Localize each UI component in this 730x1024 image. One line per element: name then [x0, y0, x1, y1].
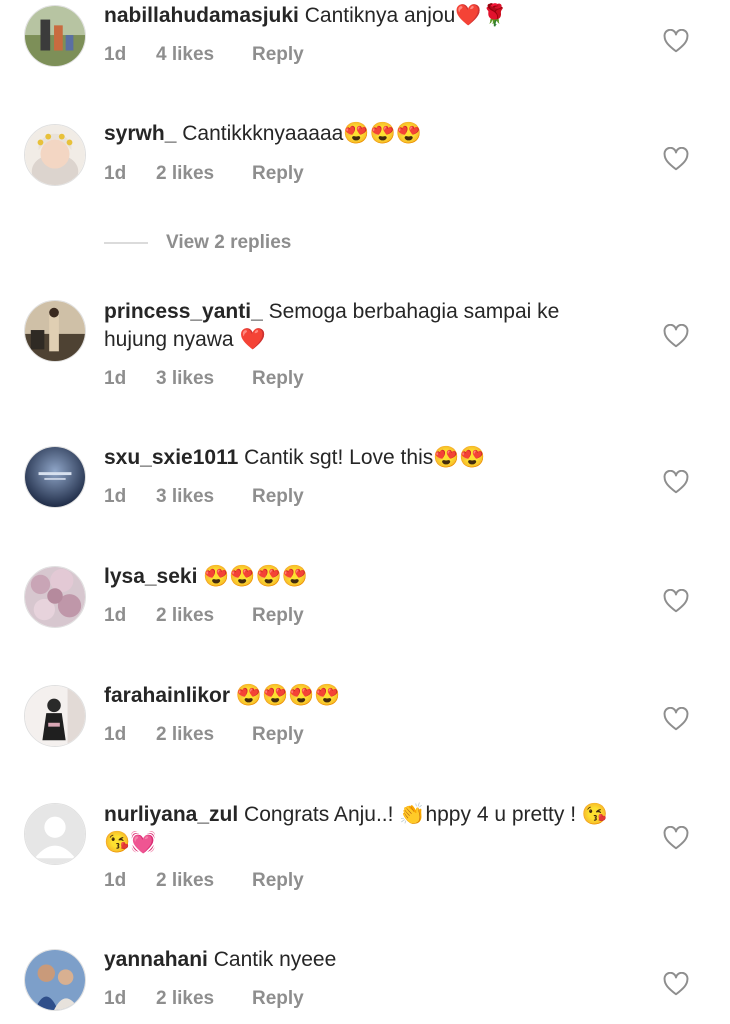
avatar[interactable] [24, 566, 86, 628]
avatar[interactable] [24, 803, 86, 865]
comment-emoji: 😍😍😍😍 [203, 565, 308, 588]
avatar[interactable] [24, 5, 86, 67]
comment-text: Congrats Anju..! 👏hppy 4 u pretty ! [244, 803, 582, 826]
likes-count[interactable]: 2 likes [156, 988, 252, 1010]
comment-time: 1d [104, 44, 127, 65]
avatar[interactable] [24, 685, 86, 747]
comment-time: 1d [104, 486, 127, 507]
heart-icon[interactable] [663, 147, 689, 171]
comment-username[interactable]: yannahani [104, 948, 208, 971]
reply-button[interactable]: Reply [252, 605, 304, 627]
heart-icon[interactable] [663, 826, 689, 850]
comment-text: Cantik nyeee [213, 948, 337, 971]
comment-time: 1d [104, 163, 127, 184]
reply-button[interactable]: Reply [252, 724, 304, 746]
comment-time: 1d [104, 870, 127, 891]
view-replies-label: View 2 replies [166, 232, 292, 253]
comment-emoji: 😍😍😍😍 [235, 684, 341, 707]
heart-icon[interactable] [663, 29, 689, 53]
likes-count[interactable]: 3 likes [156, 368, 252, 390]
comment-emoji: 😍😍😍 [343, 122, 422, 145]
comment-username[interactable]: farahainlikor [104, 684, 230, 707]
comment-username[interactable]: princess_yanti_ [104, 300, 263, 323]
likes-count[interactable]: 2 likes [156, 163, 252, 185]
reply-button[interactable]: Reply [252, 163, 304, 185]
comment-username[interactable]: nurliyana_zul [104, 803, 238, 826]
heart-icon[interactable] [663, 972, 689, 996]
comment-emoji: ❤️ [233, 328, 266, 351]
comment-username[interactable]: lysa_seki [104, 565, 197, 588]
heart-icon[interactable] [663, 324, 689, 348]
avatar[interactable] [24, 446, 86, 508]
comment-username[interactable]: syrwh_ [104, 122, 176, 145]
comment-time: 1d [104, 988, 127, 1009]
likes-count[interactable]: 2 likes [156, 605, 252, 627]
comment-text: Cantiknya anjou [304, 4, 456, 27]
heart-icon[interactable] [663, 589, 689, 613]
avatar[interactable] [24, 300, 86, 362]
comment-time: 1d [104, 605, 127, 626]
divider [104, 242, 148, 244]
view-replies-button[interactable]: View 2 replies [104, 229, 291, 257]
comment-emoji: ❤️🌹 [455, 4, 508, 27]
comment-username[interactable]: sxu_sxie1011 [104, 446, 238, 469]
comment-emoji: 😍😍 [433, 446, 486, 469]
reply-button[interactable]: Reply [252, 870, 304, 892]
reply-button[interactable]: Reply [252, 44, 304, 66]
comment-time: 1d [104, 724, 127, 745]
avatar[interactable] [24, 124, 86, 186]
comment-time: 1d [104, 368, 127, 389]
heart-icon[interactable] [663, 707, 689, 731]
comment-text: Cantikkknyaaaaa [182, 122, 344, 145]
heart-icon[interactable] [663, 470, 689, 494]
avatar[interactable] [24, 949, 86, 1011]
comment-username[interactable]: nabillahudamasjuki [104, 4, 299, 27]
reply-button[interactable]: Reply [252, 988, 304, 1010]
likes-count[interactable]: 2 likes [156, 724, 252, 746]
likes-count[interactable]: 2 likes [156, 870, 252, 892]
reply-button[interactable]: Reply [252, 368, 304, 390]
reply-button[interactable]: Reply [252, 486, 304, 508]
comment-text: Cantik sgt! Love this [244, 446, 434, 469]
likes-count[interactable]: 4 likes [156, 44, 252, 66]
likes-count[interactable]: 3 likes [156, 486, 252, 508]
